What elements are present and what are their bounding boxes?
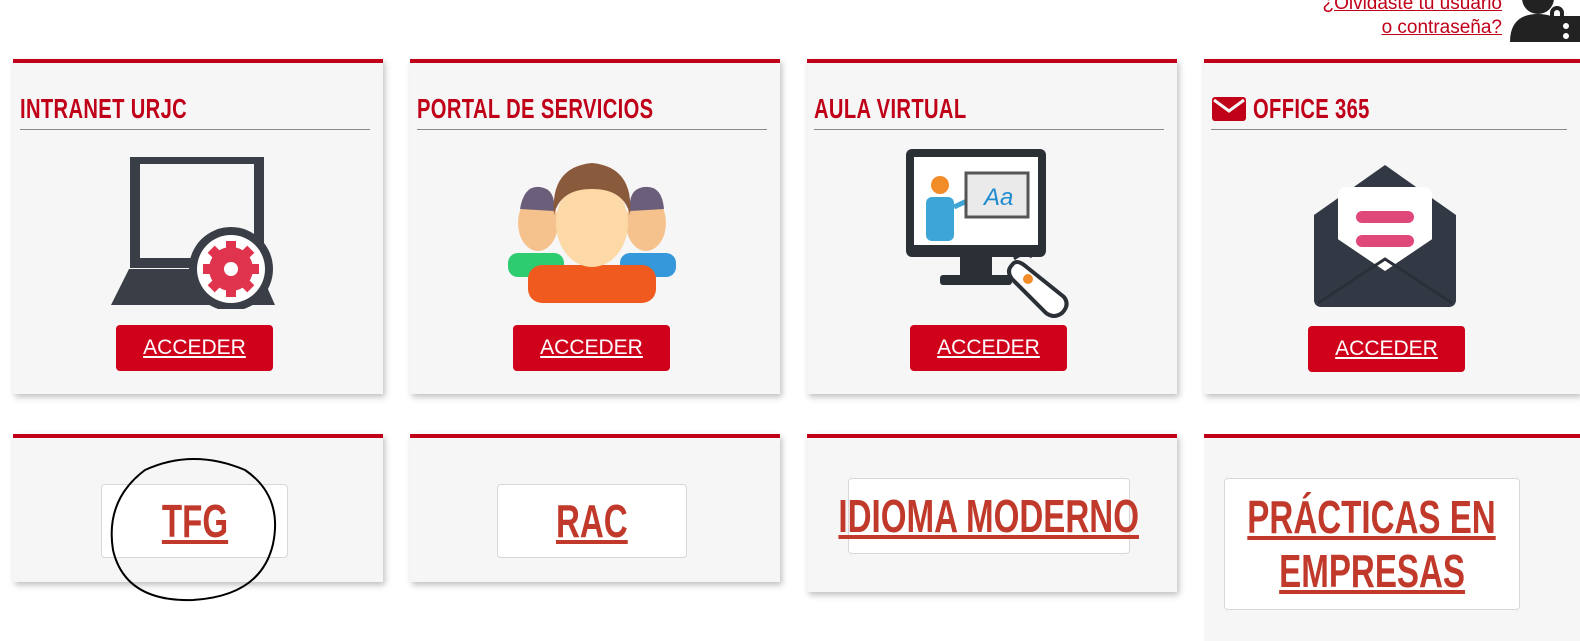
envelope-icon [1212, 97, 1246, 121]
svg-text:Aa: Aa [982, 184, 1013, 211]
forgot-line-1[interactable]: ¿Olvidaste tu usuario [1322, 0, 1502, 16]
rac-link[interactable]: RAC [497, 484, 687, 558]
idioma-moderno-label[interactable]: Idioma moderno [839, 489, 1140, 543]
practicas-empresas-link[interactable]: Prácticas en empresas [1224, 478, 1520, 610]
people-group-icon [508, 163, 676, 303]
card-title: Intranet URJC [20, 89, 370, 130]
card-practicas-empresas: Prácticas en empresas [1204, 434, 1580, 641]
idioma-moderno-link[interactable]: Idioma moderno [839, 478, 1139, 554]
card-title: Aula Virtual [814, 89, 1164, 130]
card-intranet: Intranet URJC ACCEDER [13, 59, 383, 394]
card-portal-servicios: Portal de servicios ACCEDER [410, 59, 780, 394]
card-aula-virtual: Aula Virtual Aa ACCEDER [807, 59, 1177, 394]
tfg-label[interactable]: TFG [161, 494, 227, 548]
card-idioma-moderno: Idioma moderno [807, 434, 1177, 592]
tfg-link[interactable]: TFG [101, 484, 288, 558]
forgot-credentials-link[interactable]: ¿Olvidaste tu usuario o contraseña? [1322, 0, 1502, 40]
card-tfg: TFG [13, 434, 383, 582]
acceder-button[interactable]: ACCEDER [1308, 326, 1465, 372]
users-icon [1510, 0, 1580, 42]
card-title: Portal de servicios [417, 89, 767, 130]
open-envelope-icon [1314, 165, 1456, 307]
practicas-label-line-2[interactable]: empresas [1279, 544, 1465, 598]
acceder-button[interactable]: ACCEDER [116, 325, 273, 371]
practicas-label-line-1[interactable]: Prácticas en [1248, 490, 1496, 544]
acceder-button[interactable]: ACCEDER [513, 325, 670, 371]
laptop-gear-icon [111, 157, 275, 309]
acceder-button[interactable]: ACCEDER [910, 325, 1067, 371]
card-office-365: Office 365 ACCEDER [1204, 59, 1580, 394]
rac-label[interactable]: RAC [556, 494, 628, 548]
card-title: Office 365 [1211, 89, 1567, 130]
card-rac: RAC [410, 434, 780, 582]
forgot-line-2[interactable]: o contraseña? [1322, 16, 1502, 40]
monitor-teacher-icon: Aa [906, 149, 1069, 318]
